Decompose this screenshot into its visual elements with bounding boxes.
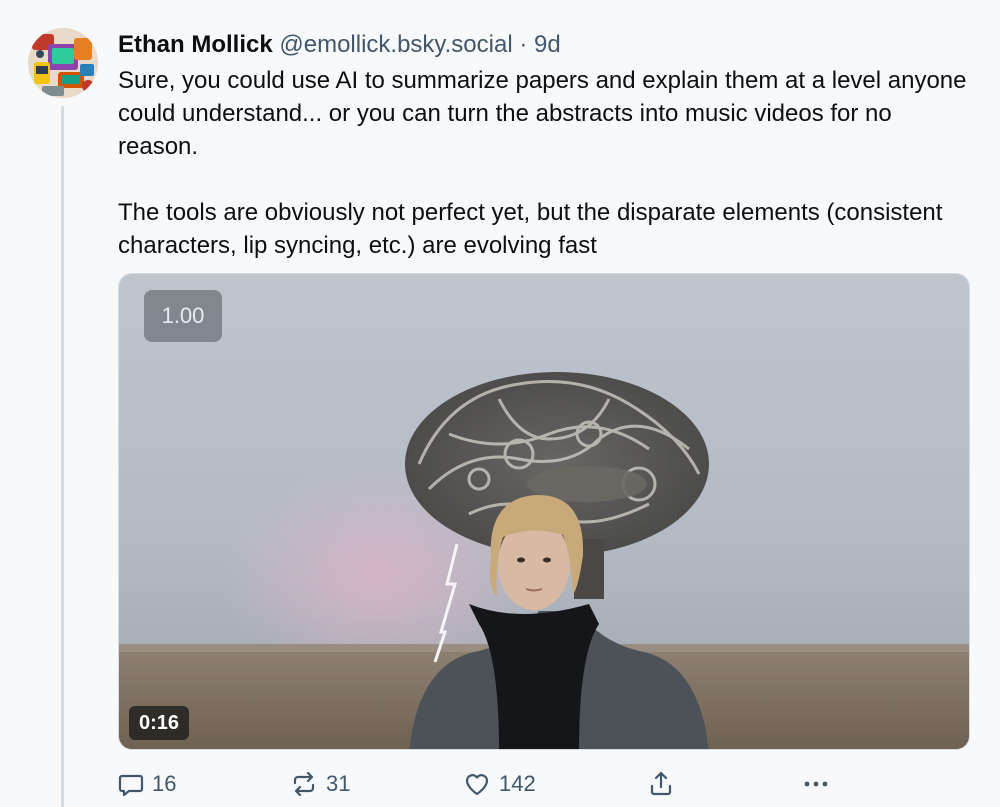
post[interactable]: Ethan Mollick @emollick.bsky.social · 9d… (0, 0, 1000, 807)
reply-button[interactable]: 16 (118, 766, 176, 802)
more-options-button[interactable] (802, 766, 830, 802)
author-name[interactable]: Ethan Mollick (118, 31, 273, 58)
video-thumbnail (119, 274, 969, 749)
header-separator: · (519, 31, 528, 58)
reply-icon (118, 774, 144, 797)
post-text: Sure, you could use AI to summarize pape… (118, 64, 978, 262)
reply-count: 16 (152, 771, 177, 796)
share-icon (650, 771, 672, 796)
post-timestamp[interactable]: 9d (534, 31, 561, 58)
like-button[interactable]: 142 (463, 766, 536, 802)
share-button[interactable] (648, 766, 674, 802)
video-player[interactable]: 1.00 0:16 (118, 273, 970, 750)
post-paragraph: Sure, you could use AI to summarize pape… (118, 67, 967, 160)
post-actions: 16 31 142 (118, 766, 978, 802)
author-avatar[interactable] (28, 28, 98, 98)
playback-speed-button[interactable]: 1.00 (144, 290, 222, 342)
post-header: Ethan Mollick @emollick.bsky.social · 9d (118, 30, 561, 60)
repost-count: 31 (326, 771, 351, 796)
video-duration-badge: 0:16 (129, 706, 189, 740)
more-options-icon (804, 781, 828, 787)
repost-icon (293, 771, 315, 797)
heart-icon (465, 774, 489, 796)
post-paragraph: The tools are obviously not perfect yet,… (118, 199, 943, 259)
like-count: 142 (499, 771, 536, 796)
author-handle[interactable]: @emollick.bsky.social (279, 31, 512, 58)
avatar-illustration-icon (28, 28, 98, 98)
thread-line (61, 106, 64, 807)
repost-button[interactable]: 31 (290, 766, 350, 802)
